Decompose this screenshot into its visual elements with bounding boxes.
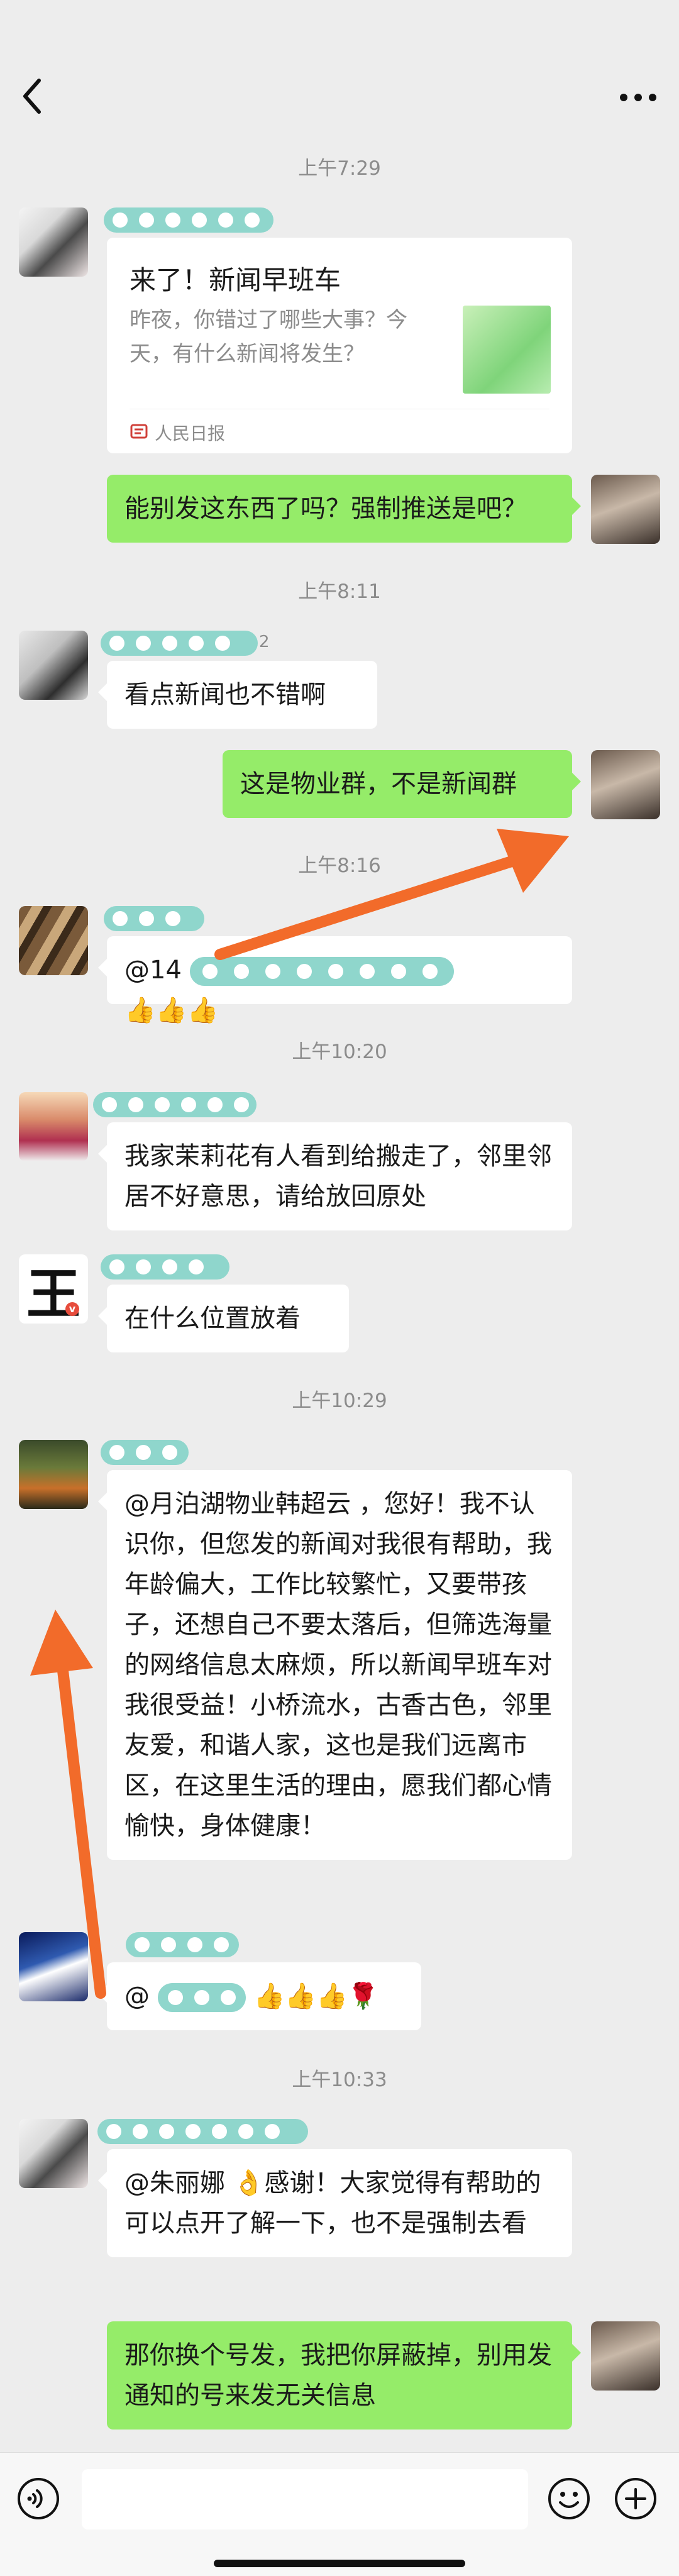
message-text: @月泊湖物业韩超云 ，您好！我不认识你，但您发的新闻对我很有帮助，我年龄偏大，工… (124, 1490, 552, 1840)
sender-name-redacted (126, 1932, 239, 1957)
message-bubble[interactable]: @14 👍👍👍 (98, 936, 572, 1025)
message-text: 能别发这东西了吗？强制推送是吧？ (124, 494, 527, 523)
avatar[interactable] (19, 906, 88, 975)
message-text: 那你换个号发，我把你屏蔽掉，别用发通知的号来发无关信息 (124, 2341, 552, 2410)
timestamp: 上午7:29 (298, 157, 381, 180)
thumbs-up-icon: 👍👍👍 (124, 996, 219, 1025)
avatar-self[interactable] (591, 2321, 660, 2391)
timestamp: 上午8:16 (298, 854, 381, 877)
message-input[interactable] (82, 2469, 528, 2529)
message-bubble[interactable]: @朱丽娜 👌感谢！大家觉得有帮助的可以点开了解一下，也不是强制去看 (98, 2149, 572, 2257)
message-bubble[interactable]: 看点新闻也不错啊 (98, 661, 377, 729)
sender-name-redacted (97, 2119, 308, 2144)
sender-name-redacted (104, 906, 204, 931)
input-bar (0, 2452, 679, 2576)
timestamp: 上午10:20 (292, 1041, 387, 1063)
avatar-character: 王v (26, 1262, 80, 1324)
sender-name-redacted (101, 631, 258, 656)
message-bubble-self[interactable]: 那你换个号发，我把你屏蔽掉，别用发通知的号来发无关信息 (107, 2321, 581, 2430)
message-bubble-self[interactable]: 这是物业群，不是新闻群 (223, 750, 581, 818)
message-bubble[interactable]: @ 👍👍👍🌹 (98, 1962, 421, 2030)
smile-icon[interactable] (547, 2477, 591, 2521)
message-text: 我家茉莉花有人看到给搬走了，邻里邻居不好意思，请给放回原处 (124, 1142, 552, 1211)
home-indicator (214, 2560, 465, 2567)
timestamp: 上午10:29 (292, 1390, 387, 1412)
message-bubble[interactable]: @月泊湖物业韩超云 ，您好！我不认识你，但您发的新闻对我很有帮助，我年龄偏大，工… (98, 1470, 572, 1860)
mention-redacted (157, 1983, 246, 2012)
sender-name-redacted (101, 1440, 189, 1465)
sender-name-redacted (101, 1254, 229, 1280)
plus-icon[interactable] (614, 2477, 658, 2521)
arrow-head (30, 1610, 93, 1676)
message-text: 看点新闻也不错啊 (124, 680, 326, 709)
voice-icon[interactable] (16, 2477, 60, 2521)
news-card-thumbnail (463, 306, 551, 394)
news-card-description: 昨夜，你错过了哪些大事？今天，有什么新闻将发生？ (130, 307, 407, 367)
news-card-source: 人民日报 (155, 423, 226, 444)
timestamp: 上午10:33 (292, 2069, 387, 2091)
message-prefix: @ (124, 1982, 150, 2011)
chevron-left-icon[interactable] (18, 74, 49, 118)
avatar[interactable] (19, 2119, 88, 2188)
message-bubble[interactable]: 在什么位置放着 (98, 1285, 349, 1352)
avatar[interactable] (19, 207, 88, 277)
sender-name-suffix: 2 (259, 633, 270, 651)
avatar-self[interactable] (591, 750, 660, 819)
newspaper-icon (130, 424, 148, 439)
message-text: 在什么位置放着 (124, 1304, 301, 1333)
news-card[interactable]: 来了！新闻早班车 昨夜，你错过了哪些大事？今天，有什么新闻将发生？ 人民日报 (107, 238, 572, 453)
avatar[interactable] (19, 1932, 88, 2001)
message-text: @朱丽娜 👌感谢！大家觉得有帮助的可以点开了解一下，也不是强制去看 (124, 2169, 541, 2238)
message-bubble-self[interactable]: 能别发这东西了吗？强制推送是吧？ (107, 475, 581, 543)
message-prefix: @14 (124, 956, 182, 985)
mention-redacted (189, 957, 454, 986)
timestamp: 上午8:11 (298, 580, 381, 603)
sender-name-redacted (93, 1092, 257, 1117)
message-text: 这是物业群，不是新闻群 (240, 770, 517, 799)
news-card-title: 来了！新闻早班车 (130, 265, 341, 296)
avatar-self[interactable] (591, 475, 660, 544)
more-icon[interactable] (616, 85, 660, 110)
avatar[interactable] (19, 631, 88, 700)
chat-header (0, 0, 679, 145)
sender-name-redacted (104, 207, 273, 233)
avatar[interactable]: 王v (19, 1254, 88, 1324)
thumbs-up-icon: 👍👍👍🌹 (253, 1982, 379, 2011)
avatar[interactable] (19, 1092, 88, 1161)
message-bubble[interactable]: 我家茉莉花有人看到给搬走了，邻里邻居不好意思，请给放回原处 (98, 1122, 572, 1230)
avatar[interactable] (19, 1440, 88, 1509)
